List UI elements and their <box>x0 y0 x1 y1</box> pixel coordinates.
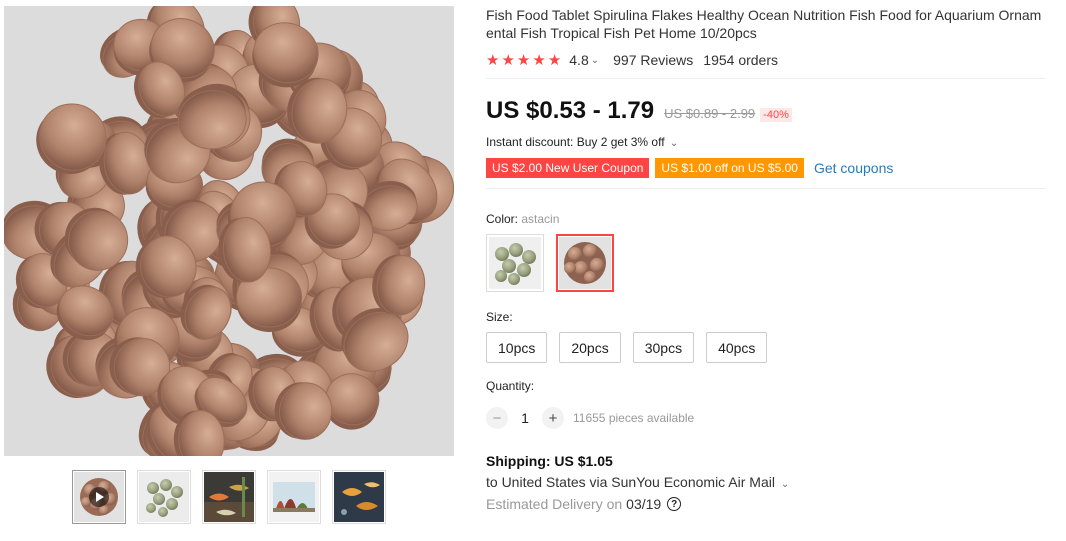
reviews-link[interactable]: 997 Reviews <box>613 52 693 68</box>
thumbnail-green-tablets[interactable] <box>137 470 191 524</box>
product-info: Fish Food Tablet Spirulina Flakes Health… <box>486 6 1046 512</box>
thumbnail-aquarium-fish-2[interactable] <box>332 470 386 524</box>
shipping-route[interactable]: to United States via SunYou Economic Air… <box>486 474 1046 490</box>
size-option-40pcs[interactable]: 40pcs <box>706 332 768 363</box>
chevron-down-icon[interactable]: ⌄ <box>670 138 678 149</box>
rating-value[interactable]: 4.8 <box>569 52 588 68</box>
quantity-label: Quantity: <box>486 379 535 393</box>
quantity-input[interactable]: 1 <box>508 410 542 426</box>
size-option-30pcs[interactable]: 30pcs <box>632 332 695 363</box>
instant-discount[interactable]: Instant discount: Buy 2 get 3% off ⌄ <box>486 135 1046 149</box>
star-icon: ★ <box>501 52 515 69</box>
star-rating: ★ ★ ★ ★ ★ <box>486 51 561 69</box>
thumbnail-strip <box>72 470 386 524</box>
color-option-astacin[interactable] <box>556 234 614 292</box>
divider <box>486 188 1046 189</box>
estimated-delivery: Estimated Delivery on 03/19 ? <box>486 496 1046 512</box>
get-coupons-link[interactable]: Get coupons <box>814 160 893 176</box>
color-label: Color: astacin <box>486 212 1046 226</box>
discount-badge: -40% <box>760 108 792 122</box>
color-label-text: Color: <box>486 212 519 226</box>
product-main-image[interactable] <box>4 6 454 456</box>
size-options: 10pcs 20pcs 30pcs 40pcs <box>486 332 1046 363</box>
fish-food-tablets-image <box>4 6 454 456</box>
chevron-down-icon[interactable]: ⌄ <box>781 479 789 490</box>
shipping-cost: Shipping: US $1.05 <box>486 453 613 469</box>
store-coupon[interactable]: US $1.00 off on US $5.00 <box>655 158 804 178</box>
original-price: US $0.89 - 2.99 <box>664 106 756 121</box>
green-tablets-swatch-image <box>489 237 541 289</box>
aquarium-tank-thumb-image <box>269 472 319 522</box>
green-tablets-thumb-image <box>139 472 189 522</box>
available-stock: 11655 pieces available <box>573 411 695 425</box>
new-user-coupon[interactable]: US $2.00 New User Coupon <box>486 158 650 178</box>
brown-tablets-swatch-image <box>559 237 611 289</box>
aquarium-fish-2-thumb-image <box>334 472 384 522</box>
estimated-delivery-label: Estimated Delivery on <box>486 496 623 512</box>
rating-row: ★ ★ ★ ★ ★ 4.8 ⌄ 997 Reviews 1954 orders <box>486 51 1046 69</box>
chevron-down-icon[interactable]: ⌄ <box>591 55 599 66</box>
thumbnail-video[interactable] <box>72 470 126 524</box>
product-title: Fish Food Tablet Spirulina Flakes Health… <box>486 7 1042 41</box>
minus-icon[interactable]: − <box>486 407 508 429</box>
quantity-stepper: − 1 + 11655 pieces available <box>486 407 1046 429</box>
star-icon: ★ <box>486 52 500 69</box>
play-icon[interactable] <box>89 487 109 507</box>
color-option-green[interactable] <box>486 234 544 292</box>
size-label: Size: <box>486 310 513 324</box>
size-option-10pcs[interactable]: 10pcs <box>486 332 548 363</box>
color-options <box>486 234 1046 292</box>
shipping-route-text: to United States via SunYou Economic Air… <box>486 474 775 490</box>
thumbnail-aquarium-fish-1[interactable] <box>202 470 256 524</box>
orders-count: 1954 orders <box>703 52 778 68</box>
star-icon: ★ <box>516 52 531 69</box>
star-icon: ★ <box>547 52 562 69</box>
thumbnail-aquarium-tank[interactable] <box>267 470 321 524</box>
help-icon[interactable]: ? <box>667 497 682 511</box>
selected-color: astacin <box>521 212 560 226</box>
current-price: US $0.53 - 1.79 <box>486 97 655 124</box>
estimated-delivery-date: 03/19 <box>626 496 662 512</box>
aquarium-fish-thumb-image <box>204 472 254 522</box>
divider <box>486 78 1046 79</box>
plus-icon[interactable]: + <box>542 407 564 429</box>
price-row: US $0.53 - 1.79 US $0.89 - 2.99 -40% <box>486 97 1046 124</box>
size-option-20pcs[interactable]: 20pcs <box>559 332 621 363</box>
instant-discount-text: Instant discount: Buy 2 get 3% off <box>486 135 665 149</box>
coupon-row: US $2.00 New User Coupon US $1.00 off on… <box>486 158 1046 178</box>
star-icon: ★ <box>532 52 546 69</box>
